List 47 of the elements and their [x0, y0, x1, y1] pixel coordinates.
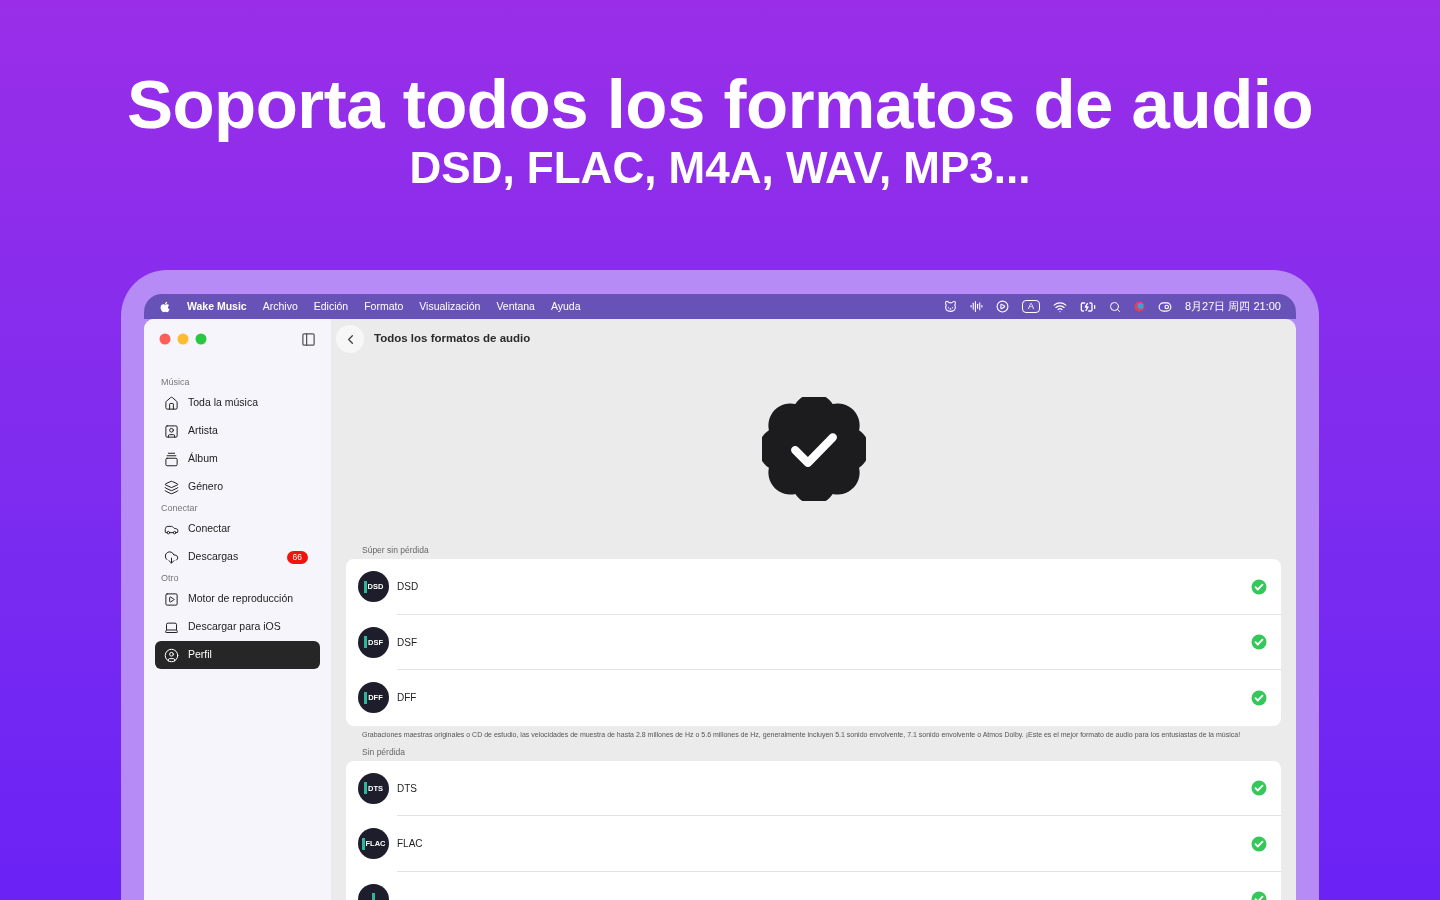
sidebar-item[interactable]: Descargar para iOS [155, 613, 320, 641]
play-icon[interactable] [996, 300, 1009, 313]
apple-icon[interactable] [159, 300, 171, 313]
menu-item[interactable]: Formato [364, 298, 404, 315]
menu-item[interactable]: Visualización [419, 298, 481, 315]
cloud-download-icon [164, 549, 179, 565]
sidebar-item[interactable]: Conectar [155, 515, 320, 543]
subheadline: DSD, FLAC, M4A, WAV, MP3... [409, 146, 1031, 190]
user-icon [164, 647, 179, 663]
format-name: FLAC [397, 837, 423, 852]
play-icon [164, 591, 179, 607]
sidebar-item[interactable]: Perfil [155, 641, 320, 669]
sidebar-section-title: Conectar [160, 502, 199, 515]
wifi-icon[interactable] [1053, 299, 1067, 314]
count-badge: 66 [286, 550, 308, 564]
format-name: DSD [397, 580, 419, 595]
menu-item[interactable]: Edición [313, 298, 349, 315]
sidebar-item[interactable]: Motor de reproducción [155, 585, 320, 613]
sidebar-item[interactable]: Género [155, 473, 320, 501]
sidebar-section-title: Música [160, 376, 191, 389]
search-icon[interactable] [1109, 300, 1121, 313]
sidebar-item[interactable]: Álbum [155, 445, 320, 473]
cat-icon[interactable] [944, 300, 957, 313]
format-name: DSF [397, 635, 417, 650]
portrait-icon [164, 423, 179, 439]
app-menu[interactable]: Wake Music [187, 298, 247, 315]
sidebar-section-title: Otro [160, 572, 180, 585]
clock[interactable]: 8月27日 周四 21:00 [1185, 298, 1281, 315]
house-icon [164, 395, 179, 411]
group-title: Sin pérdida [361, 745, 406, 759]
sidebar-item[interactable]: Descargas 66 [155, 543, 320, 571]
audio-lines-icon[interactable] [970, 300, 983, 313]
input-source[interactable]: A [1022, 300, 1040, 313]
menu-item[interactable]: Ventana [496, 298, 535, 315]
format-name: DFF [397, 691, 417, 706]
sidebar-toggle-icon[interactable] [301, 331, 316, 347]
page-title: Todos los formatos de audio [374, 331, 531, 347]
layers-icon [164, 479, 179, 495]
group-title: Súper sin pérdida [361, 544, 430, 557]
laptop-icon [164, 619, 179, 635]
stack-icon [164, 451, 179, 467]
menu-item[interactable]: Ayuda [550, 298, 581, 315]
menu-item[interactable]: Archivo [262, 298, 298, 315]
sidebar-item[interactable]: Toda la música [155, 389, 320, 417]
verified-badge-icon [761, 397, 866, 501]
format-name: DTS [397, 781, 417, 796]
sidebar-item[interactable]: Artista [155, 417, 320, 445]
